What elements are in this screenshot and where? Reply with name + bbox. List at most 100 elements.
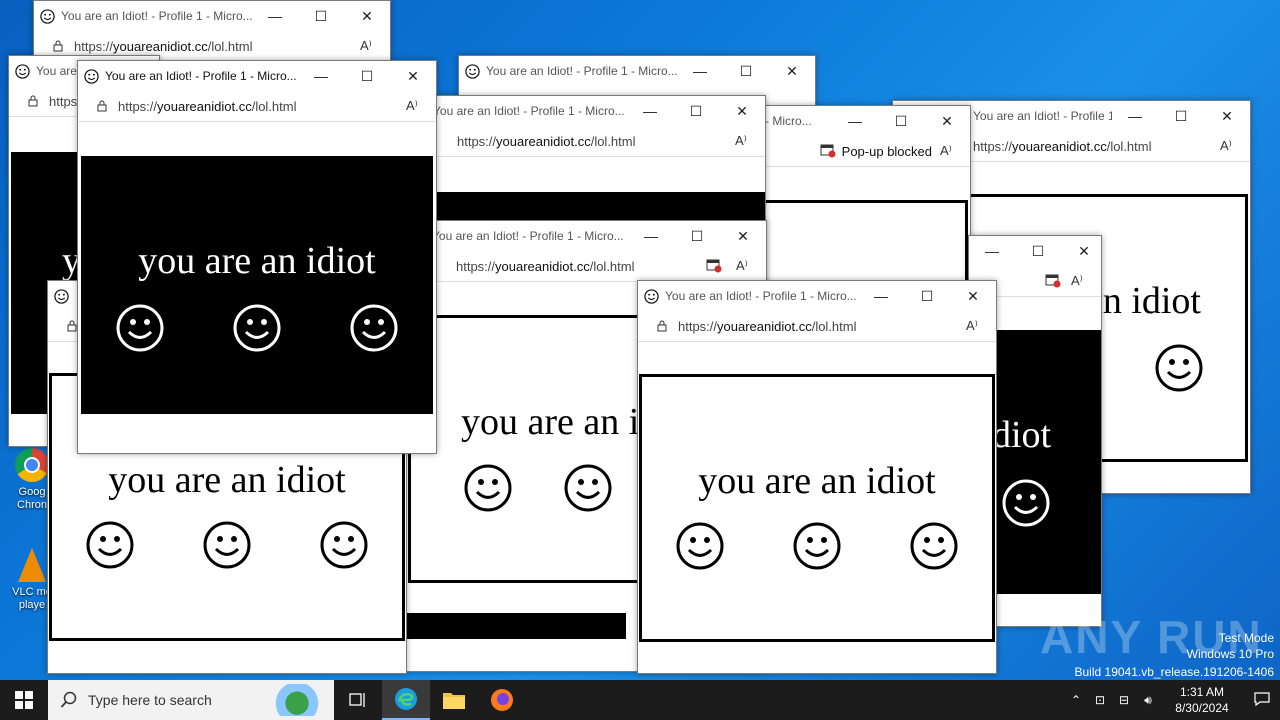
minimize-button[interactable]: —	[252, 8, 298, 24]
notification-button[interactable]	[1244, 691, 1280, 710]
maximize-button[interactable]: ☐	[723, 63, 769, 80]
test-mode-label: Test Mode	[1218, 631, 1274, 645]
title-bar[interactable]: You are an Idiot! - Profile 1 - Micro...…	[406, 221, 766, 251]
close-button[interactable]: ✕	[950, 288, 996, 305]
smiley-icon	[203, 521, 251, 569]
read-aloud-icon[interactable]: A⁾	[940, 143, 970, 159]
title-bar[interactable]: — ☐ ✕	[969, 236, 1101, 266]
maximize-button[interactable]: ☐	[344, 68, 390, 85]
popup-blocked-indicator[interactable]: Pop-up blocked	[820, 144, 940, 159]
url-text: https://youareanidiot.cc/lol.html	[74, 38, 253, 54]
minimize-button[interactable]: —	[969, 243, 1015, 259]
read-aloud-icon[interactable]: A⁾	[736, 258, 766, 274]
smiley-favicon-icon	[54, 288, 69, 304]
close-button[interactable]: ✕	[719, 103, 765, 120]
minimize-button[interactable]: —	[627, 103, 673, 119]
maximize-button[interactable]: ☐	[1015, 243, 1061, 260]
close-button[interactable]: ✕	[924, 113, 970, 130]
read-aloud-icon[interactable]: A⁾	[735, 133, 765, 149]
start-button[interactable]	[0, 680, 48, 720]
firefox-icon	[491, 689, 513, 711]
taskbar-explorer-button[interactable]	[430, 680, 478, 720]
popup-blocked-icon[interactable]	[1045, 274, 1061, 288]
close-button[interactable]: ✕	[344, 8, 390, 25]
volume-icon[interactable]: 🔊︎	[1136, 693, 1160, 708]
popup-blocked-icon[interactable]	[706, 259, 722, 273]
taskbar-edge-button[interactable]	[382, 680, 430, 720]
read-aloud-icon[interactable]: A⁾	[360, 38, 390, 54]
search-box[interactable]: Type here to search	[48, 680, 334, 720]
title-bar[interactable]: You are an Idiot! - Profile 1 - Micro...…	[78, 61, 436, 91]
address-bar[interactable]: https://youareanidiot.cc/lol.html A⁾	[421, 126, 765, 157]
maximize-button[interactable]: ☐	[1158, 108, 1204, 125]
title-bar[interactable]: You are an Idiot! - Profile 1 - Micro...…	[34, 1, 390, 31]
task-view-icon	[349, 693, 365, 707]
network-icon[interactable]: ⊡	[1088, 693, 1112, 707]
search-icon	[60, 691, 77, 708]
address-bar[interactable]: https://youareanidiot.cc/lol.html A⁾	[78, 91, 436, 122]
chrome-icon	[15, 448, 49, 482]
smiley-icon	[1002, 479, 1050, 527]
os-edition-label: Windows 10 Pro	[1186, 647, 1274, 661]
close-button[interactable]: ✕	[720, 228, 766, 245]
address-bar[interactable]: https://youareanidiot.cc/lol.html A⁾	[638, 311, 996, 342]
chevron-up-icon[interactable]: ⌃	[1064, 693, 1088, 707]
edge-icon	[395, 688, 417, 710]
read-aloud-icon[interactable]: A⁾	[966, 318, 996, 334]
taskbar-firefox-button[interactable]	[478, 680, 526, 720]
notification-icon	[1254, 691, 1270, 706]
clock[interactable]: 1:31 AM 8/30/2024	[1160, 684, 1244, 716]
idiot-page: diot	[992, 330, 1101, 594]
close-button[interactable]: ✕	[1204, 108, 1250, 125]
build-label: Build 19041.vb_release.191206-1406	[1074, 665, 1275, 679]
smiley-icon	[793, 522, 841, 570]
maximize-button[interactable]: ☐	[674, 228, 720, 245]
close-button[interactable]: ✕	[390, 68, 436, 85]
smiley-icon	[1155, 344, 1203, 392]
lock-icon	[28, 95, 38, 107]
window-title: You are an Idiot! - Profile 1 - Micro...	[61, 9, 252, 23]
minimize-button[interactable]: —	[677, 63, 723, 79]
address-bar[interactable]: Pop-up blocked A⁾	[741, 136, 970, 167]
taskbar: Type here to search ⌃ ⊡ ⊟ 🔊︎ 1:31 AM 8/3…	[0, 680, 1280, 720]
maximize-button[interactable]: ☐	[673, 103, 719, 120]
window-title: You are an Idiot! - Profile 1 - Micro...	[433, 104, 625, 118]
browser-popup-window[interactable]: You are an Idiot! - Profile 1 - Micro...…	[77, 60, 437, 454]
address-bar[interactable]: https://youareanidiot.cc/lol.html A⁾	[406, 251, 766, 282]
popup-blocked-icon	[820, 144, 836, 158]
minimize-button[interactable]: —	[628, 228, 674, 244]
minimize-button[interactable]: —	[832, 113, 878, 129]
smiley-row	[82, 303, 432, 353]
ethernet-icon[interactable]: ⊟	[1112, 693, 1136, 707]
maximize-button[interactable]: ☐	[904, 288, 950, 305]
close-button[interactable]: ✕	[1061, 243, 1101, 260]
read-aloud-icon[interactable]: A⁾	[1071, 273, 1101, 289]
popup-blocked-label: Pop-up blocked	[841, 143, 932, 159]
smiley-icon	[564, 464, 612, 512]
task-view-button[interactable]	[334, 680, 382, 720]
url-text: https://youareanidiot.cc/lol.html	[678, 318, 857, 334]
browser-popup-window[interactable]: You are an Idiot! - Profile 1 - Micro...…	[33, 0, 391, 62]
desktop-icon-label: Goog Chron	[17, 486, 47, 511]
read-aloud-icon[interactable]: A⁾	[406, 98, 436, 114]
maximize-button[interactable]: ☐	[298, 8, 344, 25]
idiot-page: you are an idiot	[639, 374, 995, 642]
maximize-button[interactable]: ☐	[878, 113, 924, 130]
title-bar[interactable]: You are an Idiot! - Profile 1 - Micro...…	[421, 96, 765, 126]
smiley-row	[642, 521, 992, 571]
minimize-button[interactable]: —	[298, 68, 344, 84]
clock-time: 1:31 AM	[1179, 685, 1225, 699]
idiot-message: you are an idiot	[698, 460, 936, 502]
minimize-button[interactable]: —	[858, 288, 904, 304]
close-button[interactable]: ✕	[769, 63, 815, 80]
window-title: You are an Idiot! - Profile 1 - Micro...	[105, 69, 297, 83]
title-bar[interactable]: You are an Idiot! - Profile 1 - Micro...…	[459, 56, 815, 86]
browser-popup-window[interactable]: You are an Idiot! - Profile 1 - Micro...…	[637, 280, 997, 674]
smiley-icon	[464, 464, 512, 512]
title-bar[interactable]: - Micro... — ☐ ✕	[741, 106, 970, 136]
read-aloud-icon[interactable]: A⁾	[1220, 138, 1250, 154]
clock-date: 8/30/2024	[1175, 701, 1229, 715]
system-tray: ⌃ ⊡ ⊟ 🔊︎ 1:31 AM 8/30/2024	[1064, 680, 1280, 720]
title-bar[interactable]: You are an Idiot! - Profile 1 - Micro...…	[638, 281, 996, 311]
minimize-button[interactable]: —	[1112, 108, 1158, 124]
